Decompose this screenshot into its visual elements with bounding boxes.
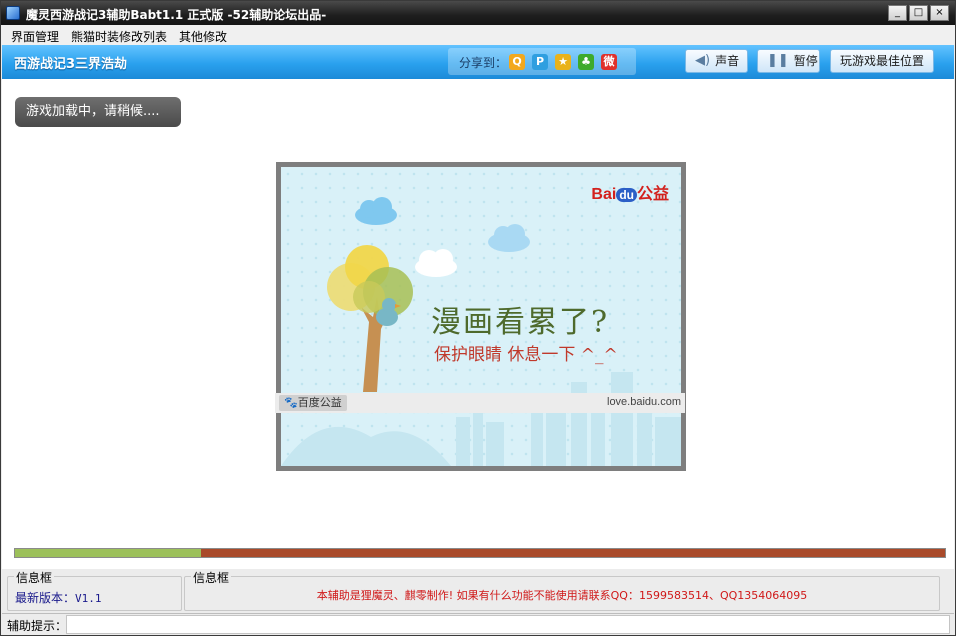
status-label: 辅助提示： [7,619,68,633]
speaker-icon: ◀) [695,52,711,68]
minimize-button[interactable]: _ [888,5,907,21]
ad-banner[interactable]: Bai du 公益 漫画看累了? 保护眼睛 休息一下 ^_^ [281,167,681,466]
best-position-button[interactable]: 玩游戏最佳位置 [830,49,934,73]
loading-progress-bar [14,548,946,558]
baidu-paw-icon: du [616,188,637,202]
best-position-label: 玩游戏最佳位置 [839,54,924,68]
info-group-title: 信息框 [14,569,55,586]
weibo-icon[interactable]: 微 [601,54,617,70]
menu-other-modify[interactable]: 其他修改 [179,28,227,45]
info-group-version: 信息框 最新版本：V1.1 [7,569,182,611]
title-bar[interactable]: 魔灵西游战记3辅助Babt1.1 正式版 -52辅助论坛出品- _ □ × [1,1,955,25]
ad-footer: 🐾百度公益 love.baidu.com [275,393,685,413]
info-group-title-2: 信息框 [191,569,232,586]
info-area: 信息框 最新版本：V1.1 信息框 本辅助是狸魔灵、麒零制作! 如果有什么功能不… [2,569,954,613]
close-button[interactable]: × [930,5,949,21]
menu-interface-management[interactable]: 界面管理 [11,28,59,45]
game-area[interactable]: 游戏加载中，请稍候.... Bai du 公益 漫画看累了? 保护眼睛 休息一下… [2,79,954,569]
app-cube-icon [6,6,20,20]
share-label: 分享到： [459,56,508,70]
qq-icon[interactable]: Q [509,54,525,70]
version-label: 最新版本： [15,591,76,605]
version-line: 最新版本：V1.1 [15,589,102,606]
baidu-brand: Bai [591,186,617,203]
sound-label: 声音 [715,54,740,68]
version-value: V1.1 [75,592,102,605]
clover-icon[interactable]: ♣ [578,54,594,70]
maximize-button[interactable]: □ [909,5,928,21]
qzone-icon[interactable]: P [532,54,548,70]
share-panel: 分享到： Q P ★ ♣ 微 [448,48,636,75]
game-toolbar: 西游战记3三界浩劫 分享到： Q P ★ ♣ 微 ◀) 声音 ❚❚ 暂停 玩游戏最佳… [2,45,954,79]
ad-badge-label: 百度公益 [297,396,342,409]
ad-url[interactable]: love.baidu.com [607,396,681,408]
baidu-charity-logo: Bai du 公益 [591,180,669,204]
paw-icon: 🐾 [284,396,298,409]
info-group-notice: 信息框 本辅助是狸魔灵、麒零制作! 如果有什么功能不能使用请联系QQ：15995… [184,569,940,611]
sound-button[interactable]: ◀) 声音 [685,49,748,73]
baidu-brand-suffix: 公益 [636,186,669,203]
status-field [66,615,950,634]
ad-badge[interactable]: 🐾百度公益 [279,395,347,411]
status-bar: 辅助提示： [2,613,954,635]
menu-bar: 界面管理 熊猫时装修改列表 其他修改 [1,25,955,45]
app-window: 魔灵西游战记3辅助Babt1.1 正式版 -52辅助论坛出品- _ □ × 界面… [0,0,956,636]
window-title: 魔灵西游战记3辅助Babt1.1 正式版 -52辅助论坛出品- [26,8,327,22]
star-icon[interactable]: ★ [555,54,571,70]
ad-headline: 漫画看累了? [431,305,610,340]
loading-indicator: 游戏加载中，请稍候.... [15,97,181,127]
pause-label: 暂停 [793,54,818,68]
progress-fill [15,549,201,557]
game-title: 西游战记3三界浩劫 [14,57,128,72]
pause-icon: ❚❚ [767,52,789,68]
notice-text: 本辅助是狸魔灵、麒零制作! 如果有什么功能不能使用请联系QQ：159958351… [316,589,808,602]
pause-button[interactable]: ❚❚ 暂停 [757,49,820,73]
menu-panda-costume-list[interactable]: 熊猫时装修改列表 [71,28,167,45]
ad-subline: 保护眼睛 休息一下 ^_^ [434,345,618,365]
ad-frame[interactable]: Bai du 公益 漫画看累了? 保护眼睛 休息一下 ^_^ [276,162,686,471]
